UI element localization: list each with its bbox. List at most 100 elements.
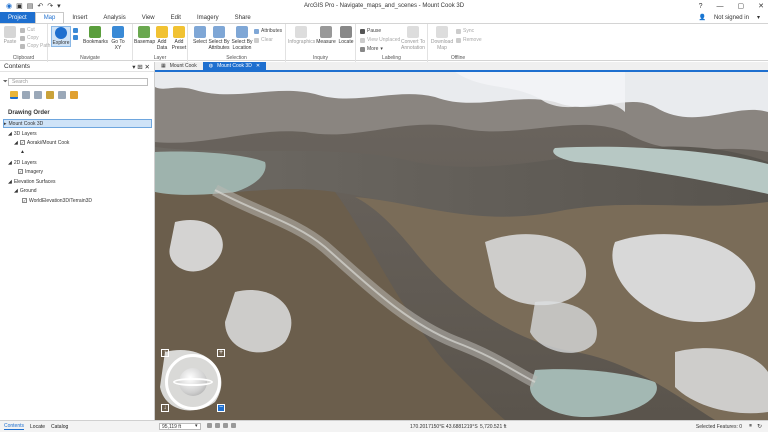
clear-icon bbox=[254, 37, 259, 43]
view-unplaced-button[interactable]: View Unplaced bbox=[360, 37, 400, 43]
tab-contents[interactable]: Contents bbox=[4, 423, 25, 430]
globe-icon: ◍ bbox=[208, 63, 214, 69]
paste-icon bbox=[4, 26, 16, 38]
sync-button[interactable]: Sync bbox=[456, 28, 474, 34]
pause-button[interactable]: Pause bbox=[360, 28, 381, 34]
tab-edit[interactable]: Edit bbox=[163, 12, 189, 23]
minimize-button[interactable]: — bbox=[717, 3, 724, 10]
cut-button[interactable]: Cut bbox=[20, 27, 35, 33]
clear-button[interactable]: Clear bbox=[254, 37, 273, 43]
list-by-labeling-icon[interactable] bbox=[70, 91, 78, 99]
tab-analysis[interactable]: Analysis bbox=[95, 12, 133, 23]
back-arrow-icon bbox=[73, 35, 78, 40]
drawing-order-heading: Drawing Order bbox=[8, 110, 50, 116]
download-map-button[interactable]: Download Map bbox=[430, 26, 454, 51]
basemap-button[interactable]: Basemap bbox=[134, 26, 155, 45]
go-to-xy-button[interactable]: Go To XY bbox=[108, 26, 128, 51]
attributes-button[interactable]: Attributes bbox=[254, 28, 282, 34]
imagery-checkbox[interactable]: ✓ bbox=[18, 169, 23, 174]
copy-path-button[interactable]: Copy Path bbox=[20, 43, 50, 49]
more-button[interactable]: More ▾ bbox=[360, 46, 383, 52]
scene-view[interactable]: ↑ + ↓ − bbox=[155, 72, 768, 420]
select-by-attributes-button[interactable]: Select By Attributes bbox=[208, 26, 230, 51]
tab-mount-cook[interactable]: ▦ Mount Cook bbox=[155, 62, 203, 70]
tab-view[interactable]: View bbox=[134, 12, 163, 23]
grid-icon[interactable] bbox=[207, 423, 212, 428]
chevron-down-icon[interactable]: ▾ bbox=[195, 423, 198, 429]
tilt-up-icon[interactable]: ↑ bbox=[161, 349, 169, 357]
explore-button[interactable]: Explore bbox=[51, 26, 71, 47]
lock-icon[interactable] bbox=[215, 423, 220, 428]
tree-3d-layers[interactable]: ◢ 3D Layers bbox=[8, 129, 37, 138]
close-button[interactable]: ✕ bbox=[758, 2, 764, 10]
settings-icon[interactable] bbox=[231, 423, 236, 428]
pane-bottom-tabs: Contents Locate Catalog bbox=[0, 420, 155, 432]
select-by-attributes-icon bbox=[213, 26, 225, 38]
pin-icon[interactable]: ▾ ⊞ bbox=[132, 64, 143, 71]
help-button[interactable]: ? bbox=[699, 3, 703, 10]
tree-elevation-surfaces[interactable]: ◢ Elevation Surfaces bbox=[8, 177, 56, 186]
list-by-drawing-order-icon[interactable] bbox=[10, 91, 18, 99]
pause-drawing-icon[interactable]: ⏸ bbox=[749, 423, 752, 430]
view-unplaced-icon bbox=[360, 37, 365, 43]
tab-locate[interactable]: Locate bbox=[30, 424, 45, 430]
tree-terrain[interactable]: ✓ WorldElevation3D/Terrain3D bbox=[22, 196, 92, 205]
zoom-out-icon[interactable]: − bbox=[217, 404, 225, 412]
group-layer: Basemap Add Data Add Preset Layer bbox=[133, 24, 188, 62]
tab-mount-cook-3d[interactable]: ◍ Mount Cook 3D ✕ bbox=[202, 62, 267, 70]
list-by-editing-icon[interactable] bbox=[46, 91, 54, 99]
selected-features[interactable]: Selected Features: 0 bbox=[696, 424, 742, 430]
layer-checkbox[interactable]: ✓ bbox=[19, 140, 25, 145]
tree-layer-imagery[interactable]: ✓ Imagery bbox=[18, 167, 43, 176]
select-button[interactable]: Select bbox=[190, 26, 210, 45]
measure-button[interactable]: Measure bbox=[316, 26, 336, 45]
link-icon[interactable] bbox=[223, 423, 228, 428]
chevron-down-icon: ◢ bbox=[8, 178, 12, 185]
maximize-button[interactable]: ▢ bbox=[738, 2, 745, 10]
navigator-control[interactable] bbox=[163, 352, 223, 412]
close-icon[interactable]: ✕ bbox=[145, 64, 150, 71]
paste-button[interactable]: Paste bbox=[0, 26, 20, 45]
locate-button[interactable]: Locate bbox=[336, 26, 356, 45]
convert-icon bbox=[407, 26, 419, 38]
tilt-down-icon[interactable]: ↓ bbox=[161, 404, 169, 412]
list-by-selection-icon[interactable] bbox=[34, 91, 42, 99]
list-by-source-icon[interactable] bbox=[22, 91, 30, 99]
list-by-snapping-icon[interactable] bbox=[58, 91, 66, 99]
group-label-navigate: Navigate bbox=[80, 55, 100, 61]
add-data-icon bbox=[156, 26, 168, 38]
zoom-tools[interactable] bbox=[73, 28, 78, 40]
tree-layer-aoraki[interactable]: ◢ ✓ Aoraki/Mount Cook bbox=[14, 138, 69, 147]
tab-catalog[interactable]: Catalog bbox=[51, 424, 68, 430]
search-input[interactable]: Search bbox=[8, 78, 148, 86]
refresh-icon[interactable]: ↻ bbox=[757, 423, 762, 430]
tab-insert[interactable]: Insert bbox=[64, 12, 95, 23]
convert-to-annotation-button[interactable]: Convert To Annotation bbox=[400, 26, 426, 51]
group-selection: Select Select By Attributes Select By Lo… bbox=[188, 24, 286, 62]
sync-icon bbox=[456, 28, 461, 34]
zoom-in-icon[interactable]: + bbox=[217, 349, 225, 357]
tree-scene-mount-cook-3d[interactable]: ▸ Mount Cook 3D bbox=[3, 119, 152, 128]
chevron-down-icon: ▾ bbox=[380, 46, 383, 52]
close-icon[interactable]: ✕ bbox=[256, 63, 260, 69]
tab-map[interactable]: Map bbox=[34, 12, 65, 23]
terrain-checkbox[interactable]: ✓ bbox=[22, 198, 27, 203]
copy-button[interactable]: Copy bbox=[20, 35, 39, 41]
remove-icon bbox=[456, 37, 461, 43]
basemap-icon bbox=[138, 26, 150, 38]
tab-share[interactable]: Share bbox=[227, 12, 259, 23]
tree-ground[interactable]: ◢ Ground bbox=[14, 186, 37, 195]
tree-2d-layers[interactable]: ◢ 2D Layers bbox=[8, 158, 37, 167]
chevron-down-icon[interactable]: ▾ bbox=[757, 14, 760, 21]
select-by-location-button[interactable]: Select By Location bbox=[231, 26, 253, 51]
terrain-scene bbox=[155, 72, 768, 420]
add-preset-button[interactable]: Add Preset bbox=[169, 26, 189, 51]
tab-imagery[interactable]: Imagery bbox=[189, 12, 227, 23]
infographics-button[interactable]: Infographics bbox=[288, 26, 315, 45]
user-icon[interactable]: 👤 bbox=[698, 14, 705, 21]
cut-icon bbox=[20, 27, 25, 33]
tab-project[interactable]: Project bbox=[0, 12, 35, 23]
sign-in-status[interactable]: Not signed in bbox=[714, 15, 749, 21]
bookmarks-button[interactable]: Bookmarks bbox=[83, 26, 108, 45]
remove-button[interactable]: Remove bbox=[456, 37, 482, 43]
